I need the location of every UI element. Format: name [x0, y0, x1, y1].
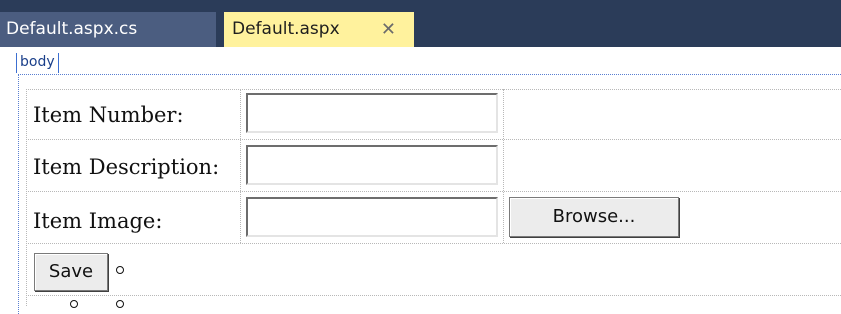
close-icon[interactable]: ✕ — [381, 12, 396, 47]
table-border — [26, 295, 841, 296]
item-image-file-field[interactable] — [246, 197, 498, 237]
table-border — [240, 89, 241, 243]
selection-handle-icon[interactable] — [116, 300, 124, 308]
tab-label: Default.aspx — [232, 19, 340, 39]
selection-handle-icon[interactable] — [116, 266, 124, 274]
item-description-label: Item Description: — [33, 155, 220, 179]
selection-handle-icon[interactable] — [70, 300, 78, 308]
tab-default-aspx-cs[interactable]: Default.aspx.cs — [0, 12, 216, 47]
tab-default-aspx[interactable]: Default.aspx ✕ — [224, 12, 414, 47]
item-number-field[interactable] — [246, 93, 498, 133]
table-border — [26, 139, 841, 140]
table-border — [26, 89, 27, 306]
browse-button[interactable]: Browse... — [509, 197, 679, 237]
item-number-label: Item Number: — [33, 103, 184, 127]
item-description-field[interactable] — [246, 145, 498, 185]
tab-label: Default.aspx.cs — [6, 19, 138, 39]
save-button[interactable]: Save — [34, 253, 108, 291]
body-tag-label[interactable]: body — [16, 53, 59, 73]
table-border — [26, 191, 841, 192]
table-border — [26, 243, 841, 244]
item-image-label: Item Image: — [33, 209, 163, 233]
document-tab-strip: Default.aspx.cs Default.aspx ✕ — [0, 0, 841, 47]
table-border — [26, 89, 841, 90]
table-border — [503, 89, 504, 243]
